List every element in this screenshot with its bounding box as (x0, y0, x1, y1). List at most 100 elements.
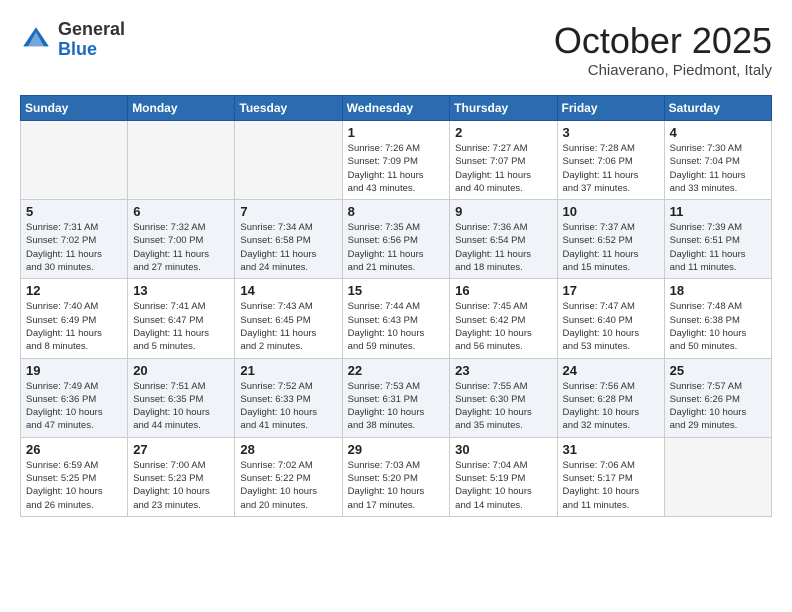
calendar-cell: 23 Sunrise: 7:55 AM Sunset: 6:30 PM Dayli… (450, 358, 557, 437)
day-number: 27 (133, 442, 229, 457)
day-info: Sunrise: 7:03 AM Sunset: 5:20 PM Dayligh… (348, 459, 445, 512)
day-info: Sunrise: 7:30 AM Sunset: 7:04 PM Dayligh… (670, 142, 766, 195)
calendar-cell: 12 Sunrise: 7:40 AM Sunset: 6:49 PM Dayli… (21, 279, 128, 358)
day-info: Sunrise: 7:53 AM Sunset: 6:31 PM Dayligh… (348, 380, 445, 433)
day-number: 26 (26, 442, 122, 457)
calendar-cell: 4 Sunrise: 7:30 AM Sunset: 7:04 PM Daylig… (664, 121, 771, 200)
day-info: Sunrise: 6:59 AM Sunset: 5:25 PM Dayligh… (26, 459, 122, 512)
week-row-3: 12 Sunrise: 7:40 AM Sunset: 6:49 PM Dayli… (21, 279, 772, 358)
month-title: October 2025 (554, 20, 772, 62)
calendar-cell: 10 Sunrise: 7:37 AM Sunset: 6:52 PM Dayli… (557, 200, 664, 279)
calendar-cell: 26 Sunrise: 6:59 AM Sunset: 5:25 PM Dayli… (21, 437, 128, 516)
weekday-header-sunday: Sunday (21, 96, 128, 121)
calendar-cell: 17 Sunrise: 7:47 AM Sunset: 6:40 PM Dayli… (557, 279, 664, 358)
day-number: 12 (26, 283, 122, 298)
day-info: Sunrise: 7:39 AM Sunset: 6:51 PM Dayligh… (670, 221, 766, 274)
day-info: Sunrise: 7:37 AM Sunset: 6:52 PM Dayligh… (563, 221, 659, 274)
day-info: Sunrise: 7:55 AM Sunset: 6:30 PM Dayligh… (455, 380, 551, 433)
weekday-header-thursday: Thursday (450, 96, 557, 121)
day-number: 16 (455, 283, 551, 298)
day-info: Sunrise: 7:45 AM Sunset: 6:42 PM Dayligh… (455, 300, 551, 353)
calendar-cell: 11 Sunrise: 7:39 AM Sunset: 6:51 PM Dayli… (664, 200, 771, 279)
calendar-cell: 15 Sunrise: 7:44 AM Sunset: 6:43 PM Dayli… (342, 279, 450, 358)
calendar-cell: 3 Sunrise: 7:28 AM Sunset: 7:06 PM Daylig… (557, 121, 664, 200)
logo: General Blue (20, 20, 125, 60)
day-info: Sunrise: 7:40 AM Sunset: 6:49 PM Dayligh… (26, 300, 122, 353)
calendar-cell: 21Sunrise: 7:52 AM Sunset: 6:33 PM Dayli… (235, 358, 342, 437)
calendar-cell: 28 Sunrise: 7:02 AM Sunset: 5:22 PM Dayli… (235, 437, 342, 516)
day-number: 29 (348, 442, 445, 457)
calendar-cell: 2 Sunrise: 7:27 AM Sunset: 7:07 PM Daylig… (450, 121, 557, 200)
day-number: 15 (348, 283, 445, 298)
weekday-header-friday: Friday (557, 96, 664, 121)
calendar-cell: 19Sunrise: 7:49 AM Sunset: 6:36 PM Dayli… (21, 358, 128, 437)
weekday-header-row: SundayMondayTuesdayWednesdayThursdayFrid… (21, 96, 772, 121)
day-number: 31 (563, 442, 659, 457)
calendar-cell (664, 437, 771, 516)
week-row-2: 5Sunrise: 7:31 AM Sunset: 7:02 PM Daylig… (21, 200, 772, 279)
calendar-cell (21, 121, 128, 200)
day-info: Sunrise: 7:34 AM Sunset: 6:58 PM Dayligh… (240, 221, 336, 274)
calendar-cell: 13 Sunrise: 7:41 AM Sunset: 6:47 PM Dayli… (128, 279, 235, 358)
day-number: 8 (348, 204, 445, 219)
calendar-cell (235, 121, 342, 200)
day-number: 28 (240, 442, 336, 457)
calendar-cell: 30 Sunrise: 7:04 AM Sunset: 5:19 PM Dayli… (450, 437, 557, 516)
calendar-cell: 27Sunrise: 7:00 AM Sunset: 5:23 PM Dayli… (128, 437, 235, 516)
day-number: 17 (563, 283, 659, 298)
calendar-cell: 18Sunrise: 7:48 AM Sunset: 6:38 PM Dayli… (664, 279, 771, 358)
day-number: 18 (670, 283, 766, 298)
calendar-cell: 6Sunrise: 7:32 AM Sunset: 7:00 PM Daylig… (128, 200, 235, 279)
day-info: Sunrise: 7:56 AM Sunset: 6:28 PM Dayligh… (563, 380, 659, 433)
day-info: Sunrise: 7:47 AM Sunset: 6:40 PM Dayligh… (563, 300, 659, 353)
calendar-cell: 9Sunrise: 7:36 AM Sunset: 6:54 PM Daylig… (450, 200, 557, 279)
calendar-cell: 1 Sunrise: 7:26 AM Sunset: 7:09 PM Daylig… (342, 121, 450, 200)
day-info: Sunrise: 7:44 AM Sunset: 6:43 PM Dayligh… (348, 300, 445, 353)
title-block: October 2025 Chiaverano, Piedmont, Italy (554, 20, 772, 79)
weekday-header-wednesday: Wednesday (342, 96, 450, 121)
day-info: Sunrise: 7:27 AM Sunset: 7:07 PM Dayligh… (455, 142, 551, 195)
calendar-cell: 25Sunrise: 7:57 AM Sunset: 6:26 PM Dayli… (664, 358, 771, 437)
day-number: 25 (670, 363, 766, 378)
day-number: 11 (670, 204, 766, 219)
logo-icon (20, 24, 52, 56)
calendar-table: SundayMondayTuesdayWednesdayThursdayFrid… (20, 95, 772, 517)
calendar-cell: 29 Sunrise: 7:03 AM Sunset: 5:20 PM Dayli… (342, 437, 450, 516)
day-number: 14 (240, 283, 336, 298)
week-row-5: 26 Sunrise: 6:59 AM Sunset: 5:25 PM Dayli… (21, 437, 772, 516)
calendar-cell: 31Sunrise: 7:06 AM Sunset: 5:17 PM Dayli… (557, 437, 664, 516)
logo-blue-text: Blue (58, 40, 125, 60)
day-number: 3 (563, 125, 659, 140)
day-info: Sunrise: 7:28 AM Sunset: 7:06 PM Dayligh… (563, 142, 659, 195)
day-number: 21 (240, 363, 336, 378)
logo-general-text: General (58, 20, 125, 40)
day-number: 4 (670, 125, 766, 140)
day-number: 13 (133, 283, 229, 298)
day-info: Sunrise: 7:41 AM Sunset: 6:47 PM Dayligh… (133, 300, 229, 353)
day-info: Sunrise: 7:02 AM Sunset: 5:22 PM Dayligh… (240, 459, 336, 512)
weekday-header-saturday: Saturday (664, 96, 771, 121)
day-number: 5 (26, 204, 122, 219)
calendar-cell: 22 Sunrise: 7:53 AM Sunset: 6:31 PM Dayli… (342, 358, 450, 437)
week-row-1: 1 Sunrise: 7:26 AM Sunset: 7:09 PM Daylig… (21, 121, 772, 200)
day-info: Sunrise: 7:26 AM Sunset: 7:09 PM Dayligh… (348, 142, 445, 195)
day-number: 30 (455, 442, 551, 457)
day-number: 1 (348, 125, 445, 140)
day-number: 22 (348, 363, 445, 378)
calendar-cell: 16 Sunrise: 7:45 AM Sunset: 6:42 PM Dayli… (450, 279, 557, 358)
calendar-cell: 24 Sunrise: 7:56 AM Sunset: 6:28 PM Dayli… (557, 358, 664, 437)
location-subtitle: Chiaverano, Piedmont, Italy (554, 62, 772, 79)
day-number: 23 (455, 363, 551, 378)
day-info: Sunrise: 7:35 AM Sunset: 6:56 PM Dayligh… (348, 221, 445, 274)
day-number: 9 (455, 204, 551, 219)
header: General Blue October 2025 Chiaverano, Pi… (20, 20, 772, 79)
weekday-header-monday: Monday (128, 96, 235, 121)
day-number: 10 (563, 204, 659, 219)
day-info: Sunrise: 7:49 AM Sunset: 6:36 PM Dayligh… (26, 380, 122, 433)
calendar-cell: 8 Sunrise: 7:35 AM Sunset: 6:56 PM Daylig… (342, 200, 450, 279)
day-info: Sunrise: 7:04 AM Sunset: 5:19 PM Dayligh… (455, 459, 551, 512)
calendar-cell: 5Sunrise: 7:31 AM Sunset: 7:02 PM Daylig… (21, 200, 128, 279)
calendar-cell: 20Sunrise: 7:51 AM Sunset: 6:35 PM Dayli… (128, 358, 235, 437)
day-number: 2 (455, 125, 551, 140)
day-number: 24 (563, 363, 659, 378)
